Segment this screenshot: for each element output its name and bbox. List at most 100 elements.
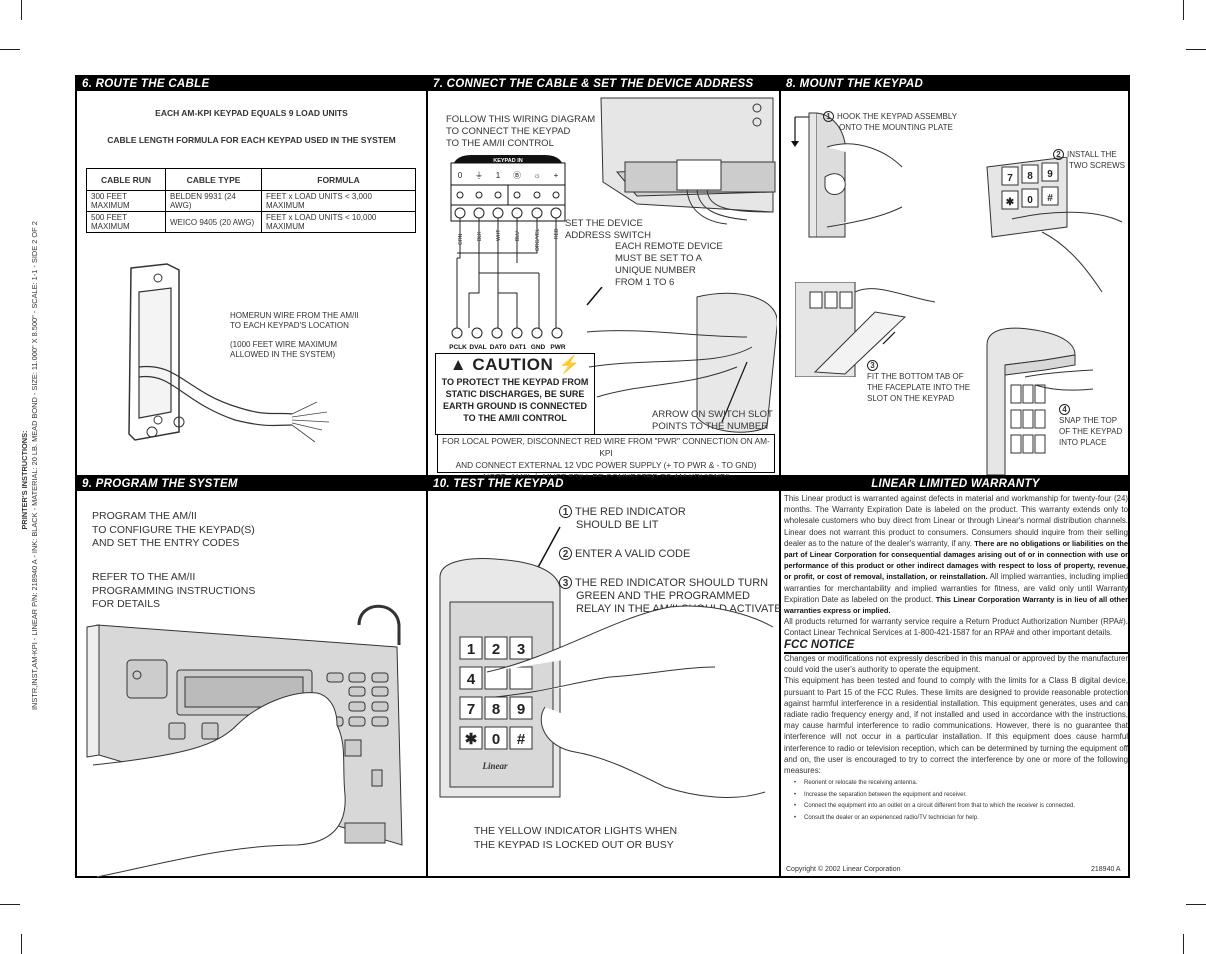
key-label: 8 [492, 701, 500, 718]
text-line: UNIQUE NUMBER [615, 265, 696, 276]
text-line: EACH REMOTE DEVICE [615, 241, 723, 252]
fcc-paragraph: This equipment has been tested and found… [784, 676, 1128, 776]
text-line: TO CONNECT THE KEYPAD [446, 126, 571, 137]
table-cell: WEICO 9405 (20 AWG) [165, 211, 262, 233]
max-wire-text-1: (1000 FEET WIRE MAXIMUM [230, 340, 337, 349]
crop-mark [21, 0, 22, 20]
mount-step-3: 3 FIT THE BOTTOM TAB OF THE FACEPLATE IN… [867, 360, 970, 404]
text-line: TWO SCREWS [1069, 161, 1125, 170]
wire-color-label: RED [554, 228, 560, 239]
unique-number-text: EACH REMOTE DEVICE MUST BE SET TO A UNIQ… [615, 241, 723, 289]
text-line: PROGRAM THE AM/II [92, 510, 197, 522]
text-line: 4 [1059, 404, 1122, 415]
caution-title: CAUTION [472, 355, 554, 374]
table-row: 300 FEET MAXIMUM BELDEN 9931 (24 AWG) FE… [86, 190, 416, 212]
key-label: 2 [492, 641, 500, 658]
printer-instructions-text: INSTR,INST,AM-KPI - LINEAR P/N: 218940 A… [30, 221, 39, 710]
text-line: 2 INSTALL THE [1053, 149, 1125, 160]
text-line: FOR LOCAL POWER, DISCONNECT RED WIRE FRO… [442, 436, 770, 458]
step-number-badge: 2 [1053, 149, 1064, 160]
bottom-terminal-label: DAT0 [490, 344, 507, 351]
wiring-diagram: KEYPAD IN 0 ⏚ 1 Ⓑ ☼ + GRN BLK WHT BLU OR… [449, 155, 566, 351]
crop-mark [0, 49, 20, 50]
text-line: SLOT ON THE KEYPAD [867, 394, 955, 403]
text-line: THE KEYPAD IS LOCKED OUT OR BUSY [474, 838, 674, 851]
amii-terminal-illustration [600, 97, 776, 225]
warranty-header: LINEAR LIMITED WARRANTY [781, 477, 1130, 491]
column-header: CABLE TYPE [165, 168, 262, 191]
text-line: AND SET THE ENTRY CODES [92, 537, 240, 549]
caution-heading: ▲ CAUTION ⚡ [436, 354, 594, 376]
bottom-terminal-label: DAT1 [510, 344, 527, 351]
mount-step-4: 4 SNAP THE TOP OF THE KEYPAD INTO PLACE [1059, 404, 1122, 448]
key-label: 0 [1027, 195, 1033, 206]
fcc-measures-list: Reorient or relocate the receiving anten… [784, 778, 1128, 824]
section-9-header: 9. PROGRAM THE SYSTEM [77, 477, 426, 491]
install-screws-illustration: 7 8 9 ✱ 0 # [986, 157, 1123, 293]
text-line: SET THE DEVICE [565, 218, 643, 229]
text-line: FOLLOW THIS WIRING DIAGRAM [446, 114, 596, 125]
mount-step-1: 1 HOOK THE KEYPAD ASSEMBLY ONTO THE MOUNT… [823, 111, 957, 133]
list-item: Consult the dealer or an experienced rad… [794, 813, 1128, 825]
crop-mark [21, 934, 22, 954]
crop-mark [1186, 49, 1206, 50]
program-text-1: PROGRAM THE AM/II TO CONFIGURE THE KEYPA… [92, 510, 255, 551]
key-label: 9 [517, 701, 525, 718]
text-line: MUST BE SET TO A [615, 253, 702, 264]
formula-heading: CABLE LENGTH FORMULA FOR EACH KEYPAD USE… [107, 135, 396, 145]
caution-line: TO THE AM/II CONTROL [463, 413, 567, 423]
max-wire-text-2: ALLOWED IN THE SYSTEM) [230, 350, 336, 359]
fcc-notice-header: FCC NOTICE [784, 638, 1128, 654]
crop-mark [0, 904, 20, 905]
text-line: ARROW ON SWITCH SLOT [652, 409, 773, 420]
section-10-header: 10. TEST THE KEYPAD [428, 477, 779, 491]
terminal-symbol: ⏚ [475, 171, 483, 180]
arrow-switch-text: ARROW ON SWITCH SLOT POINTS TO THE NUMBE… [652, 409, 773, 432]
section-7-header: 7. CONNECT THE CABLE & SET THE DEVICE AD… [428, 77, 779, 91]
mount-step-2: 2 INSTALL THE TWO SCREWS [1053, 149, 1125, 171]
homerun-text-2: TO EACH KEYPAD'S LOCATION [230, 321, 349, 330]
load-units-text: EACH AM-KPI KEYPAD EQUALS 9 LOAD UNITS [155, 108, 348, 118]
key-label: ✱ [1006, 197, 1015, 208]
crop-mark [1183, 0, 1184, 20]
homerun-text-1: HOMERUN WIRE FROM THE AM/II [230, 311, 359, 320]
terminal-symbol: ☼ [533, 171, 540, 180]
crop-mark [1183, 934, 1184, 954]
table-cell: FEET x LOAD UNITS < 3,000 MAXIMUM [261, 190, 416, 212]
table-cell: 300 FEET MAXIMUM [86, 190, 166, 212]
bottom-terminal-label: PWR [550, 344, 565, 351]
caution-box: ▲ CAUTION ⚡ TO PROTECT THE KEYPAD FROM S… [435, 353, 595, 435]
part-number: 218940 A [1091, 866, 1121, 873]
key-label: 3 [517, 641, 525, 658]
warranty-text: This Linear product is warranted against… [784, 493, 1128, 639]
test-keypad-illustration: 1 2 3 4 7 8 9 ✱ 0 # Linear [439, 526, 774, 798]
key-label: 7 [1007, 173, 1013, 184]
step-number-badge: 3 [867, 360, 878, 371]
fcc-notice-text: Changes or modifications not expressly d… [784, 653, 1128, 824]
text-line: 1 HOOK THE KEYPAD ASSEMBLY [823, 111, 957, 122]
wire-color-label: BLU [515, 231, 521, 241]
text-line: ADDRESS SWITCH [565, 229, 652, 241]
printer-instructions-title: PRINTER'S INSTRUCTIONS: [20, 430, 29, 530]
table-row: 500 FEET MAXIMUM WEICO 9405 (20 AWG) FEE… [86, 211, 416, 233]
terminal-symbol: 0 [458, 171, 463, 180]
caution-line: STATIC DISCHARGES, BE SURE [445, 389, 585, 399]
fcc-paragraph: Changes or modifications not expressly d… [784, 654, 1128, 675]
instruction-sheet: 6. ROUTE THE CABLE EACH AM-KPI KEYPAD EQ… [75, 75, 1130, 878]
wire-color-label: ORG/YEL [535, 229, 541, 251]
key-label: 7 [467, 701, 475, 718]
bottom-terminal-label: PCLK [449, 344, 467, 351]
amii-control-panel-illustration [86, 604, 403, 878]
text-line: REFER TO THE AM/II [92, 571, 196, 583]
table-cell: 500 FEET MAXIMUM [86, 211, 166, 233]
terminal-symbol: + [554, 171, 559, 180]
crop-mark [1186, 904, 1206, 905]
wire-color-label: WHT [496, 230, 502, 241]
warning-triangle-icon: ▲ [449, 355, 468, 374]
key-label: # [517, 731, 526, 748]
text-line: FIT THE BOTTOM TAB OF [867, 372, 964, 381]
key-label: 0 [492, 731, 500, 748]
warranty-paragraph: All products returned for warranty servi… [784, 617, 1128, 638]
step-number-badge: 4 [1059, 404, 1070, 415]
electric-hazard-icon: ⚡ [558, 355, 581, 374]
